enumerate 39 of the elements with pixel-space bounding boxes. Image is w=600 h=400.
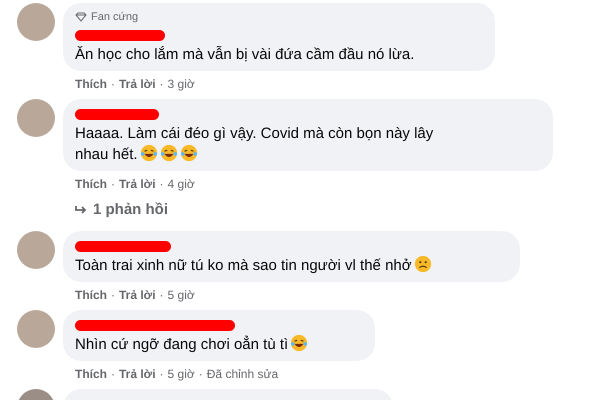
action-link[interactable]: Thích — [75, 174, 107, 192]
emoji-icon — [290, 334, 308, 352]
edited-label: Đã chỉnh sửa — [206, 366, 278, 383]
action-link[interactable]: Trả lời — [119, 74, 156, 92]
emoji-icon — [140, 144, 158, 162]
separator-dot: · — [160, 287, 164, 304]
timestamp: 3 giờ — [168, 76, 195, 92]
separator-dot: · — [111, 176, 115, 192]
emoji-icon — [180, 144, 198, 162]
timestamp: 5 giờ — [168, 287, 195, 304]
separator-dot: · — [198, 366, 203, 383]
separator-dot: · — [111, 366, 115, 383]
timestamp: 4 giờ — [168, 176, 195, 192]
separator-dot: · — [111, 287, 115, 304]
action-link[interactable]: Thích — [75, 286, 107, 304]
timestamp: 5 giờ — [168, 366, 195, 383]
separator-dot: · — [160, 176, 164, 192]
avatar-placeholder[interactable] — [17, 3, 55, 41]
action-link[interactable]: Trả lời — [119, 174, 156, 192]
comment-text: Haaaa. Làm cái đéo gì vậy. Covid mà còn bọn này lây nhau hết. — [75, 124, 434, 164]
action-link[interactable]: Trả lời — [119, 286, 156, 304]
comment-text: Ăn học cho lắm mà vẫn bị vài đứa cầm đầu nó lừa. — [75, 44, 414, 64]
separator-dot: · — [160, 366, 164, 383]
comment-text: Nhìn cứ ngỡ đang chơi oẳn tù tì — [75, 334, 308, 355]
separator-dot: · — [111, 76, 115, 92]
emoji-icon — [414, 255, 432, 273]
action-link[interactable]: Trả lời — [119, 365, 156, 383]
action-link[interactable]: Thích — [75, 74, 107, 92]
avatar-placeholder[interactable] — [17, 98, 55, 136]
replies-link[interactable]: 1 phản hồi — [93, 198, 168, 221]
badge-label: Fan cứng — [91, 10, 138, 25]
comment-text: Toàn trai xinh nữ tú ko mà sao tin người vl thế nhở — [75, 255, 432, 276]
action-link[interactable]: Thích — [75, 365, 107, 383]
separator-dot: · — [160, 76, 164, 92]
reply-arrow-icon — [75, 204, 87, 215]
emoji-icon — [160, 144, 178, 162]
avatar-placeholder[interactable] — [17, 310, 55, 348]
diamond-icon — [75, 12, 87, 22]
avatar-placeholder[interactable] — [17, 231, 55, 269]
